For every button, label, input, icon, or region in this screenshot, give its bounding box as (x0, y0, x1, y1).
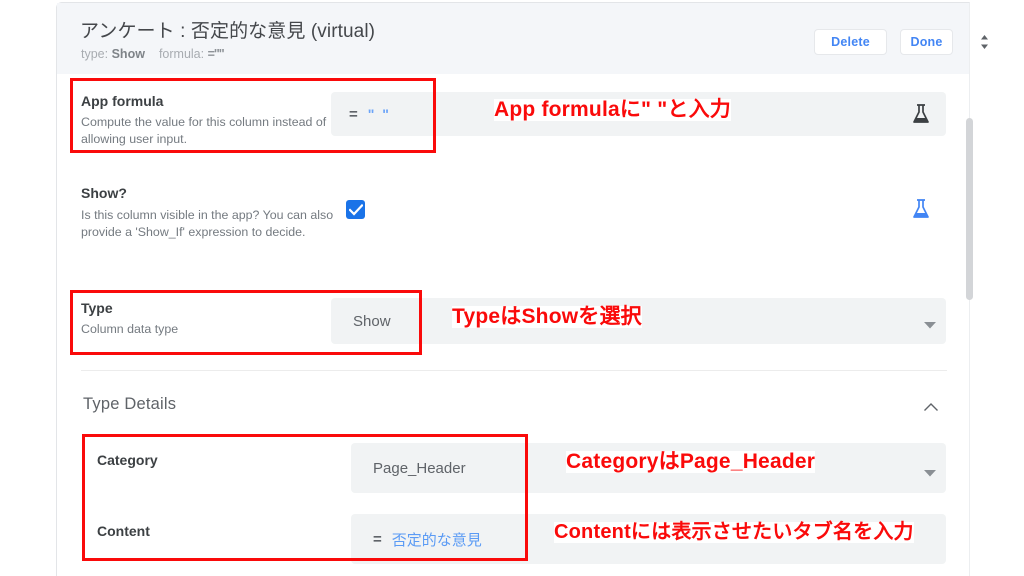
content-label: Content (97, 523, 150, 539)
screenshot-root: アンケート : 否定的な意見 (virtual) type: Show formu… (0, 0, 1024, 576)
chevron-down-icon[interactable] (923, 465, 937, 483)
meta-type-label: type: (81, 47, 109, 61)
type-description: Column data type (81, 322, 179, 336)
page-title: アンケート : 否定的な意見 (virtual) (80, 21, 376, 42)
flask-icon[interactable] (911, 103, 931, 130)
flask-icon[interactable] (911, 198, 931, 225)
content-value: 否定的な意見 (391, 531, 482, 549)
type-value: Show (353, 312, 391, 330)
app-formula-description: Compute the value for this column instea… (81, 115, 327, 146)
annotation-app-formula: App formulaに" "と入力 (494, 98, 732, 122)
delete-button[interactable]: Delete (814, 29, 887, 55)
annotation-category: CategoryはPage_Header (566, 450, 816, 474)
app-formula-label: App formula (81, 93, 164, 109)
chevron-down-icon[interactable] (923, 317, 937, 335)
panel-header: アンケート : 否定的な意見 (virtual) type: Show formu… (57, 3, 988, 74)
header-meta: type: Show formula: ="" (81, 47, 225, 61)
up-down-chevron-icon[interactable] (973, 29, 995, 55)
chevron-up-icon[interactable] (923, 399, 939, 417)
type-details-title: Type Details (83, 395, 177, 413)
show-label: Show? (81, 185, 127, 201)
category-label: Category (97, 452, 158, 468)
equals-sign: = (349, 105, 358, 123)
category-row: Category Page_Header (57, 443, 969, 503)
column-settings-panel: アンケート : 否定的な意見 (virtual) type: Show formu… (56, 2, 1024, 576)
annotation-content: Contentには表示させたいタブ名を入力 (554, 521, 914, 543)
meta-type-value: Show (111, 47, 145, 61)
show-checkbox[interactable] (346, 200, 365, 219)
annotation-type: TypeはShowを選択 (452, 305, 642, 329)
done-button[interactable]: Done (900, 29, 953, 55)
meta-formula-value: ="" (207, 47, 225, 61)
vertical-scrollbar-thumb[interactable] (966, 118, 973, 300)
show-description: Is this column visible in the app? You c… (81, 208, 334, 239)
section-divider (81, 370, 947, 371)
app-formula-value: " " (367, 106, 391, 122)
type-label: Type (81, 300, 113, 316)
equals-sign: = (373, 530, 382, 548)
category-value: Page_Header (373, 459, 466, 477)
show-row: Show? Is this column visible in the app?… (57, 177, 969, 277)
meta-formula-label: formula: (158, 47, 205, 61)
